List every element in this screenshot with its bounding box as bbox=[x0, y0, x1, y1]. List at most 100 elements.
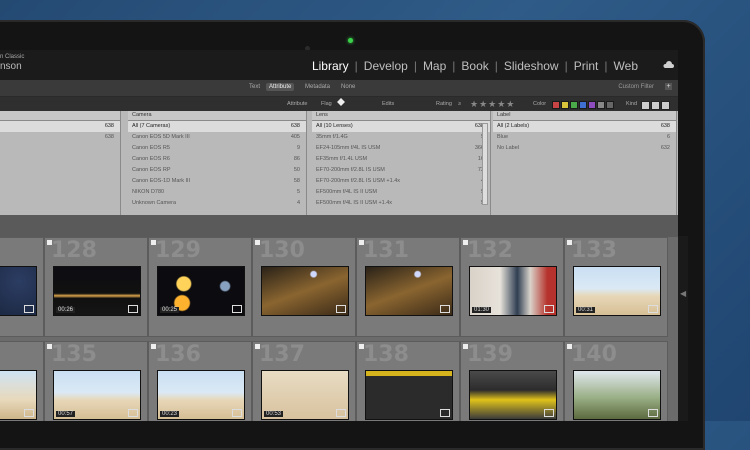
label-row[interactable]: All (2 Labels) 638 bbox=[493, 121, 676, 132]
camera-row[interactable]: All (7 Cameras) 638 bbox=[128, 121, 306, 132]
grid-cell[interactable]: 131 bbox=[356, 237, 460, 337]
color-label-swatch[interactable] bbox=[570, 101, 578, 109]
filter-none-tab[interactable]: None bbox=[338, 83, 358, 91]
camera-row[interactable]: Canon EOS RP 50 bbox=[128, 165, 306, 176]
rating-operator[interactable]: ≥ bbox=[458, 101, 461, 107]
badge-icon[interactable] bbox=[544, 305, 554, 313]
module-print[interactable]: Print bbox=[568, 59, 605, 73]
kind-master-photos-icon[interactable] bbox=[641, 101, 650, 110]
badge-icon[interactable] bbox=[336, 409, 346, 417]
filter-attribute-tab[interactable]: Attribute bbox=[266, 83, 295, 91]
grid-cell[interactable]: 133 00:31 bbox=[564, 237, 668, 337]
camera-row[interactable]: Canon EOS-1D Mark III 58 bbox=[128, 176, 306, 187]
camera-row[interactable]: Canon EOS R6 86 bbox=[128, 154, 306, 165]
badge-icon[interactable] bbox=[440, 409, 450, 417]
camera-row[interactable]: Unknown Camera 4 bbox=[128, 198, 306, 209]
module-web[interactable]: Web bbox=[608, 59, 644, 73]
color-label-swatch[interactable] bbox=[552, 101, 560, 109]
thumbnail-image[interactable] bbox=[261, 266, 349, 316]
grid-cell[interactable]: 136 00:23 bbox=[148, 341, 252, 421]
flag-filter-icon[interactable] bbox=[337, 98, 345, 106]
rating-stars[interactable]: ★★★★★ bbox=[470, 99, 515, 110]
label-row[interactable]: Blue 6 bbox=[493, 132, 676, 143]
thumbnail-image[interactable]: 00:23 bbox=[157, 370, 245, 420]
grid-cell[interactable] bbox=[0, 341, 44, 421]
grid-cell[interactable]: 138 bbox=[356, 341, 460, 421]
badge-icon[interactable] bbox=[544, 409, 554, 417]
module-slideshow[interactable]: Slideshow bbox=[498, 59, 565, 73]
thumbnail-image[interactable]: 00:25 bbox=[157, 266, 245, 316]
lens-row[interactable]: All (10 Lenses) 638 bbox=[312, 121, 490, 132]
thumbnail-image[interactable]: 00:57 bbox=[53, 370, 141, 420]
cell-index-number: 130 bbox=[259, 238, 305, 263]
lens-row-label: All (10 Lenses) bbox=[316, 123, 353, 129]
grid-cell[interactable]: 140 bbox=[564, 341, 668, 421]
cloud-sync-icon[interactable] bbox=[662, 61, 674, 69]
grid-cell[interactable] bbox=[0, 237, 44, 337]
expand-right-panel-icon[interactable]: ◀ bbox=[680, 289, 686, 298]
color-label-swatch[interactable] bbox=[597, 101, 605, 109]
lens-scrollbar[interactable] bbox=[482, 123, 488, 205]
lens-row[interactable]: EF500mm f/4L IS II USM5 bbox=[312, 187, 490, 198]
kind-virtual-copies-icon[interactable] bbox=[651, 101, 660, 110]
grid-cell[interactable]: 135 00:57 bbox=[44, 341, 148, 421]
lens-row[interactable]: EF70-200mm f/2.8L IS USM +1.4x4 bbox=[312, 176, 490, 187]
grid-cell[interactable]: 130 bbox=[252, 237, 356, 337]
color-label-swatch[interactable] bbox=[588, 101, 596, 109]
module-picker: Library | Develop | Map | Book | Slideshow | Print… bbox=[306, 59, 644, 73]
custom-filter-dropdown[interactable]: Custom Filter bbox=[618, 84, 654, 90]
badge-icon[interactable] bbox=[128, 409, 138, 417]
thumbnail-image[interactable] bbox=[469, 370, 557, 420]
cell-index-number: 139 bbox=[467, 342, 513, 367]
lens-row-label: EF70-200mm f/2.8L IS USM bbox=[316, 167, 385, 173]
label-row-label: Blue bbox=[497, 134, 509, 140]
badge-icon[interactable] bbox=[440, 305, 450, 313]
filter-metadata-tab[interactable]: Metadata bbox=[302, 83, 333, 91]
color-label-swatch[interactable] bbox=[606, 101, 614, 109]
thumbnail-image[interactable] bbox=[0, 370, 37, 420]
grid-cell[interactable]: 128 00:26 bbox=[44, 237, 148, 337]
filter-text-tab[interactable]: Text bbox=[246, 83, 263, 91]
badge-icon[interactable] bbox=[648, 409, 658, 417]
badge-icon[interactable] bbox=[24, 305, 34, 313]
lock-filter-icon[interactable]: + bbox=[665, 83, 672, 90]
thumbnail-image[interactable] bbox=[365, 266, 453, 316]
lens-row[interactable]: EF70-200mm f/2.8L IS USM 73 bbox=[312, 165, 490, 176]
kind-videos-icon[interactable] bbox=[661, 101, 670, 110]
grid-cell[interactable]: 137 00:53 bbox=[252, 341, 356, 421]
camera-row[interactable]: Canon EOS 5D Mark III 405 bbox=[128, 132, 306, 143]
grid-cell[interactable]: 129 00:25 bbox=[148, 237, 252, 337]
thumbnail-image[interactable] bbox=[0, 266, 37, 316]
library-filter-bar: Text Attribute Metadata None Custom Filt… bbox=[0, 80, 678, 97]
badge-icon[interactable] bbox=[128, 305, 138, 313]
label-row[interactable]: No Label 632 bbox=[493, 143, 676, 154]
thumbnail-image[interactable] bbox=[573, 370, 661, 420]
grid-cell[interactable]: 132 01:30 bbox=[460, 237, 564, 337]
module-map[interactable]: Map bbox=[417, 59, 452, 73]
grid-cell[interactable]: 139 bbox=[460, 341, 564, 421]
camera-row[interactable]: Canon EOS R5 9 bbox=[128, 143, 306, 154]
badge-icon[interactable] bbox=[232, 409, 242, 417]
badge-icon[interactable] bbox=[648, 305, 658, 313]
thumbnail-image[interactable]: 00:26 bbox=[53, 266, 141, 316]
color-label-swatch[interactable] bbox=[561, 101, 569, 109]
thumbnail-image[interactable]: 01:30 bbox=[469, 266, 557, 316]
thumbnail-image[interactable]: 00:53 bbox=[261, 370, 349, 420]
module-develop[interactable]: Develop bbox=[358, 59, 414, 73]
thumbnail-image[interactable]: 00:31 bbox=[573, 266, 661, 316]
module-library[interactable]: Library bbox=[306, 59, 355, 73]
badge-icon[interactable] bbox=[24, 409, 34, 417]
camera-row[interactable]: NIKON D780 5 bbox=[128, 187, 306, 198]
camera-row-label: All (7 Cameras) bbox=[132, 123, 171, 129]
module-book[interactable]: Book bbox=[455, 59, 494, 73]
badge-icon[interactable] bbox=[232, 305, 242, 313]
lens-row[interactable]: EF35mm f/1.4L USM 16 bbox=[312, 154, 490, 165]
date-row[interactable]: 638 bbox=[0, 121, 120, 132]
lens-row[interactable]: EF24-105mm f/4L IS USM 366 bbox=[312, 143, 490, 154]
thumbnail-image[interactable] bbox=[365, 370, 453, 420]
color-label-swatch[interactable] bbox=[579, 101, 587, 109]
lens-row[interactable]: 35mm f/1.4G5 bbox=[312, 132, 490, 143]
date-row[interactable]: 638 bbox=[0, 132, 120, 143]
lens-row[interactable]: EF500mm f/4L IS II USM +1.4x5 bbox=[312, 198, 490, 209]
badge-icon[interactable] bbox=[336, 305, 346, 313]
